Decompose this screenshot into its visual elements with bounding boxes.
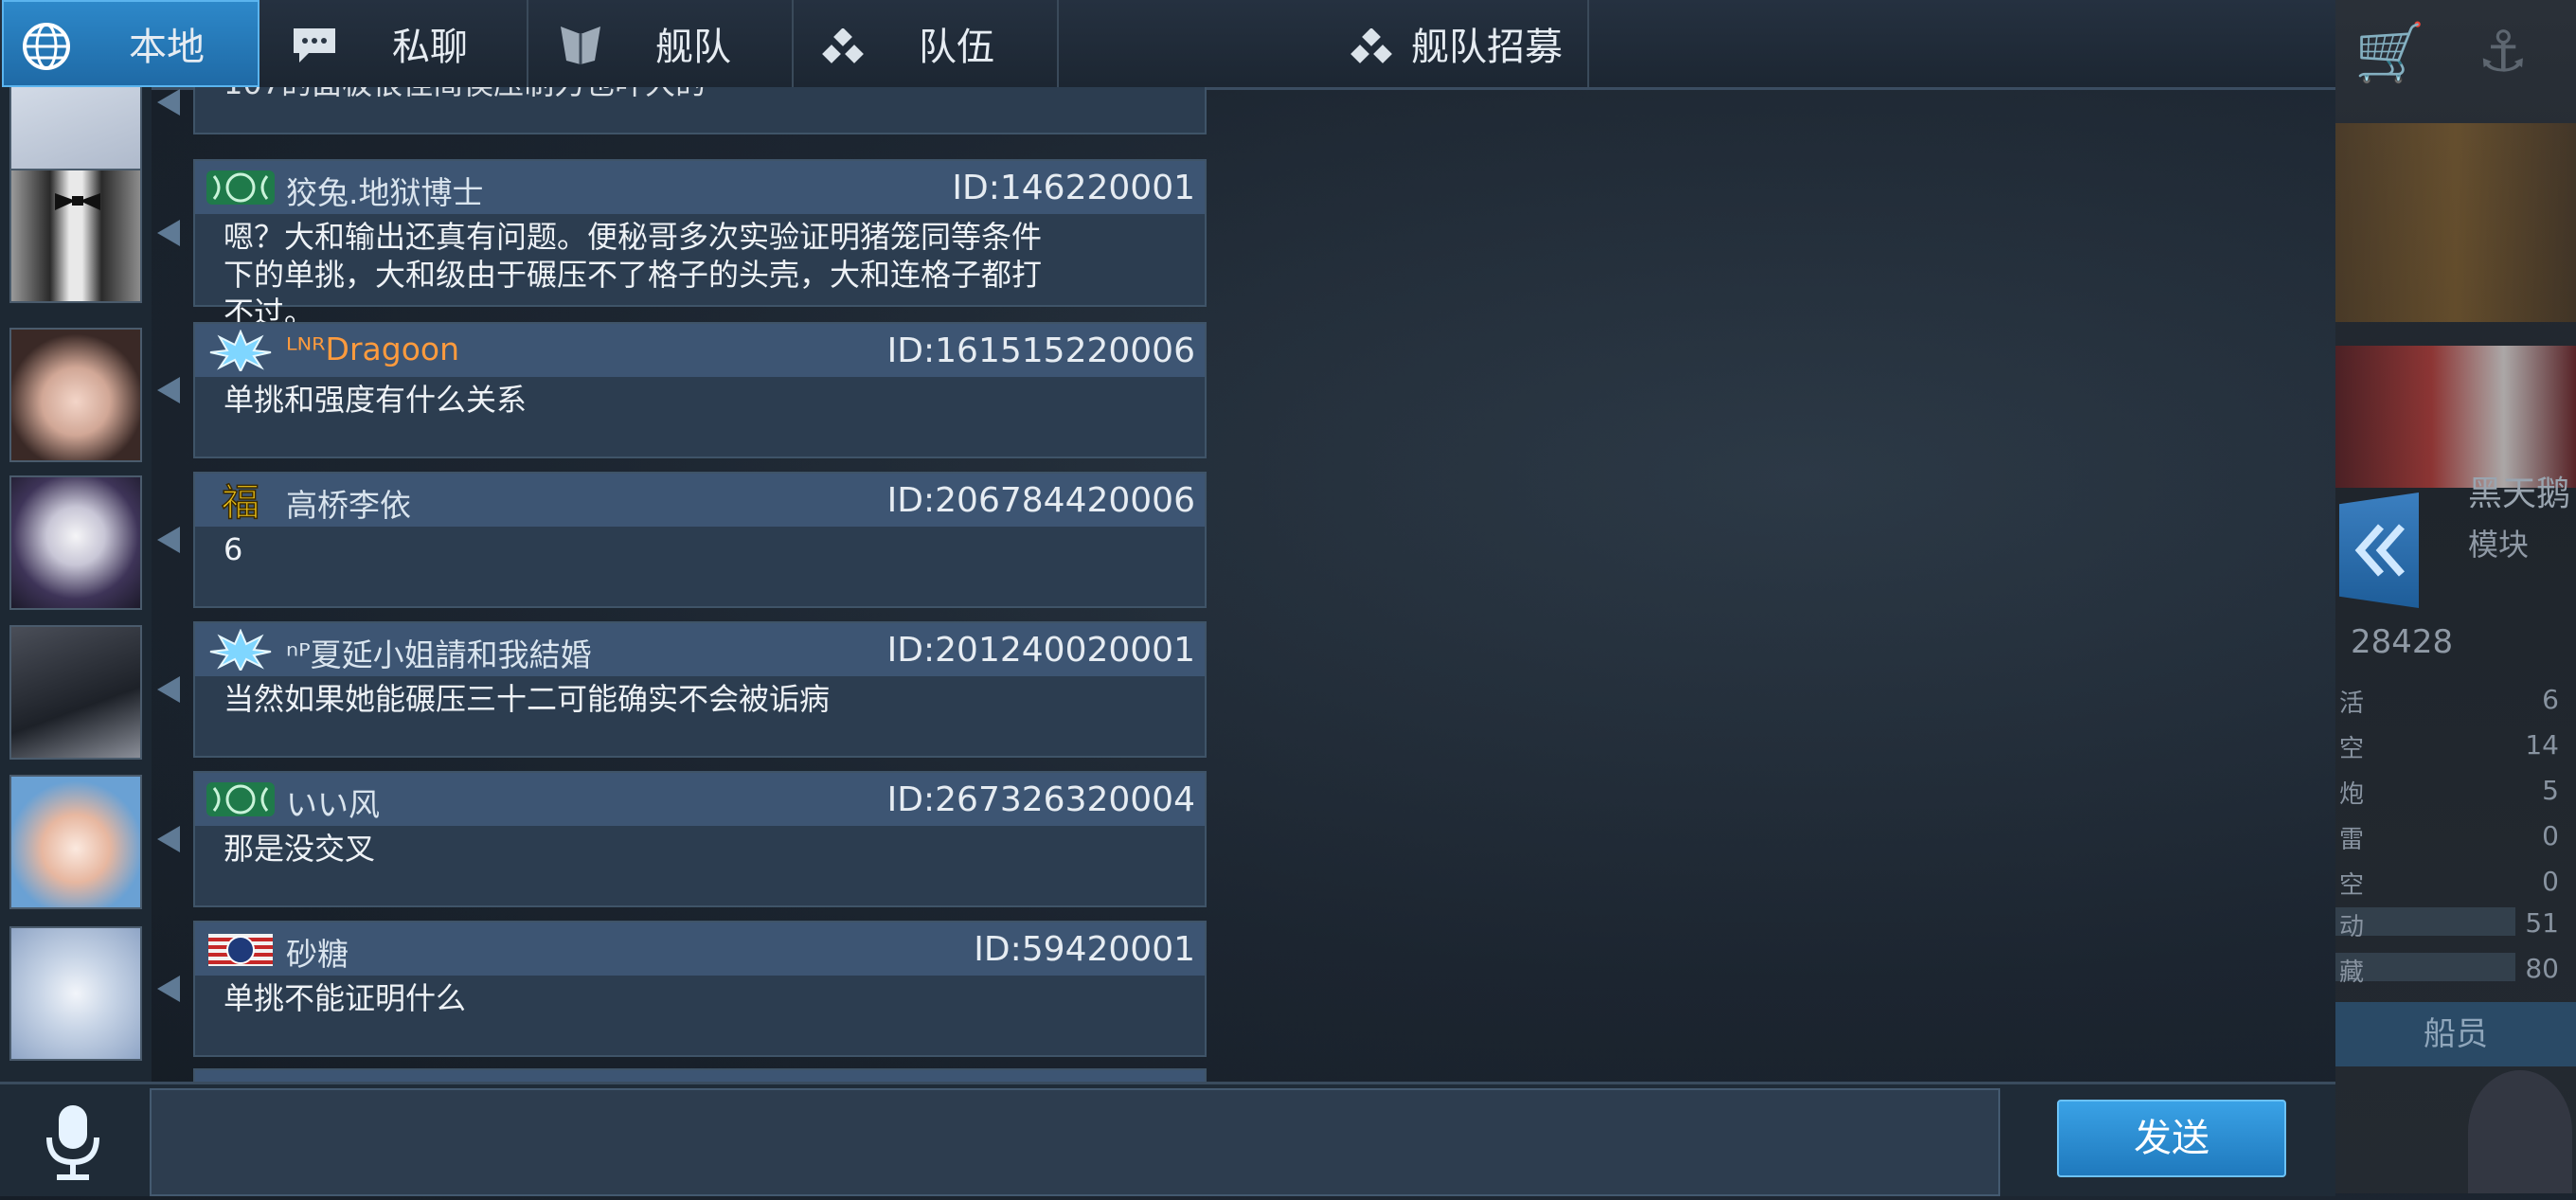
message-pointer — [157, 976, 180, 1002]
stat-value: 6 — [2542, 684, 2559, 715]
sender-id: ID:206784420006 — [886, 481, 1195, 520]
message-pointer — [157, 377, 180, 403]
blue-star-badge-icon — [209, 629, 272, 671]
sender-name[interactable]: 狡兔.地狱博士 — [286, 168, 484, 213]
message-text: 107的面板很佳简侯压制力也叶大的 — [195, 87, 1205, 102]
stat-label: 动 — [2339, 913, 2365, 941]
message-pointer — [157, 676, 180, 703]
sender-id: ID:146220001 — [952, 169, 1195, 207]
tab-label: 舰队 — [655, 26, 731, 69]
send-button[interactable]: 发送 — [2057, 1100, 2286, 1177]
chat-message: 107的面板很佳简侯压制力也叶大的 — [193, 87, 1207, 134]
crew-button[interactable]: 船员 — [2335, 1002, 2576, 1066]
tab-label: 本地 — [129, 26, 205, 69]
message-input[interactable] — [150, 1088, 2000, 1196]
tab-fleet[interactable]: 舰队 — [528, 0, 794, 87]
collapse-chat-button[interactable] — [2339, 493, 2419, 608]
sender-name[interactable]: 高桥李依 — [286, 480, 411, 526]
us-flag-badge-icon — [208, 934, 273, 966]
stat-value: 80 — [2525, 953, 2559, 984]
green-emblem-badge-icon — [206, 782, 275, 816]
chat-message: 砂糖 ID:59420001 单挑不能证明什么 — [193, 921, 1207, 1057]
stat-label: 炮 — [2339, 780, 2365, 809]
svg-text:福: 福 — [222, 481, 259, 521]
microphone-icon — [46, 1105, 99, 1180]
message-text: 当然如果她能碾压三十二可能确实不会被诟病 — [224, 681, 831, 717]
chat-bubble-icon — [290, 25, 339, 68]
message-pointer — [157, 89, 180, 116]
double-chevron-left-icon — [2354, 524, 2406, 577]
captain-avatar — [2468, 1070, 2572, 1193]
chat-message: ⁿᴾ夏延小姐請和我結婚 ID:201240020001 当然如果她能碾压三十二可… — [193, 621, 1207, 758]
sender-name[interactable]: 砂糖 — [286, 929, 349, 975]
message-header: 狡兔.地狱博士 ID:146220001 — [195, 161, 1205, 214]
sender-id: ID:161515220006 — [886, 331, 1195, 370]
stat-value: 51 — [2525, 907, 2559, 939]
ship-name: 黑天鹅 — [2468, 475, 2571, 513]
team-dots-icon — [820, 27, 866, 68]
message-pointer — [157, 527, 180, 553]
green-emblem-badge-icon — [206, 170, 275, 205]
stat-value: 14 — [2525, 729, 2559, 761]
stat-value: 0 — [2542, 866, 2559, 897]
chat-channel-tabs: 本地 私聊 舰队 队伍 舰队招募 — [0, 0, 2335, 90]
message-text: 嗯？大和输出还真有问题。便秘哥多次实验证明猪笼同等条件下的单挑，大和级由于碾压不… — [224, 219, 1043, 331]
chat-message: 福 高桥李依 ID:206784420006 6 — [193, 472, 1207, 608]
tab-fleet-recruit[interactable]: 舰队招募 — [1059, 0, 1589, 87]
tab-local[interactable]: 本地 — [2, 0, 259, 87]
message-header: ⁿᴾ夏延小姐請和我結婚 ID:201240020001 — [195, 623, 1205, 676]
sender-id: ID:201240020001 — [886, 631, 1195, 670]
team-dots-icon — [1349, 27, 1394, 68]
sender-id: ID:267326320004 — [886, 780, 1195, 819]
tab-label: 私聊 — [392, 26, 468, 69]
sender-name[interactable]: ᴸᴺᴿDragoon — [286, 331, 459, 367]
sender-id: ID:59420001 — [974, 930, 1195, 969]
fu-character-badge-icon: 福 — [221, 480, 260, 521]
message-text: 单挑不能证明什么 — [224, 980, 467, 1016]
stat-label: 藏 — [2339, 958, 2365, 987]
stat-value: 5 — [2542, 775, 2559, 806]
chat-input-bar: 发送 — [0, 1082, 2335, 1196]
ship-image — [2335, 123, 2576, 322]
message-header: 福 高桥李依 ID:206784420006 — [195, 474, 1205, 527]
message-text: 单挑和强度有什么关系 — [224, 382, 528, 418]
voice-input-button[interactable] — [0, 1084, 150, 1196]
message-header: ᴸᴺᴿDragoon ID:161515220006 — [195, 324, 1205, 377]
combat-power-value: 28428 — [2351, 623, 2454, 661]
stat-value: 0 — [2542, 820, 2559, 851]
tab-team[interactable]: 队伍 — [794, 0, 1059, 87]
anchor-icon: ⚓ — [2478, 19, 2529, 85]
tab-private-chat[interactable]: 私聊 — [261, 0, 528, 87]
chat-message-feed[interactable]: 107的面板很佳简侯压制力也叶大的 狡兔.地狱博士 ID:146220001 嗯… — [0, 87, 1231, 1082]
chat-message: いい风 ID:267326320004 那是没交叉 — [193, 771, 1207, 907]
message-header: 砂糖 ID:59420001 — [195, 922, 1205, 976]
fleet-emblem-icon — [555, 23, 606, 70]
message-header — [195, 1070, 1205, 1082]
tab-label: 舰队招募 — [1411, 26, 1563, 69]
chat-message: 狡兔.地狱博士 ID:146220001 嗯？大和输出还真有问题。便秘哥多次实验… — [193, 159, 1207, 331]
stat-label: 雷 — [2339, 826, 2365, 854]
chat-message — [193, 1068, 1207, 1082]
sender-name[interactable]: ⁿᴾ夏延小姐請和我結婚 — [286, 630, 592, 675]
message-pointer — [157, 220, 180, 246]
message-pointer — [157, 826, 180, 852]
module-tab[interactable]: 模块 — [2468, 521, 2529, 564]
message-text: 那是没交叉 — [224, 831, 376, 867]
globe-icon — [21, 21, 72, 76]
message-header: いい风 ID:267326320004 — [195, 773, 1205, 826]
stat-label: 空 — [2339, 871, 2365, 900]
shop-cart-icon: 🛒 — [2354, 20, 2425, 86]
chat-message: ᴸᴺᴿDragoon ID:161515220006 单挑和强度有什么关系 — [193, 322, 1207, 458]
message-text: 6 — [224, 531, 243, 567]
stat-label: 空 — [2339, 735, 2365, 763]
stat-label: 活 — [2339, 690, 2365, 718]
tab-label: 队伍 — [919, 26, 994, 69]
sender-name[interactable]: いい风 — [286, 779, 380, 825]
blue-star-badge-icon — [209, 330, 272, 371]
